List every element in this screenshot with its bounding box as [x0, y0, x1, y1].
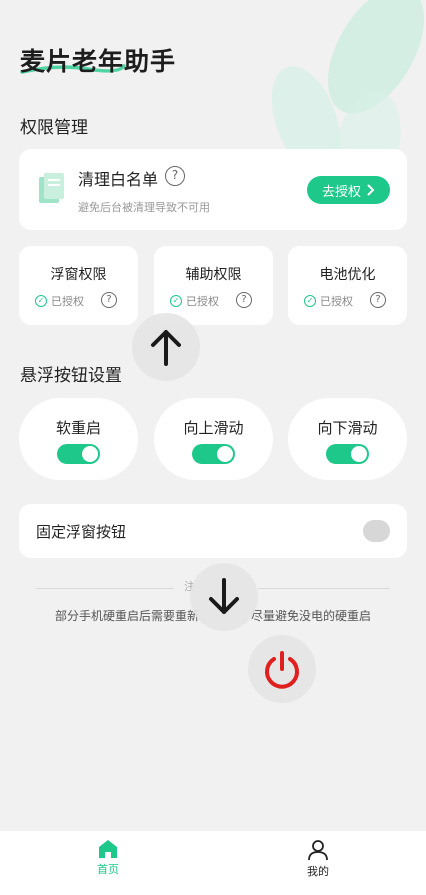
- permission-help-icon[interactable]: ?: [370, 292, 386, 308]
- user-icon: [308, 840, 328, 861]
- fixed-float-toggle[interactable]: [363, 520, 390, 542]
- section-title-permissions: 权限管理: [20, 118, 88, 138]
- check-circle-icon: ✓: [35, 295, 47, 307]
- document-stack-icon: [39, 173, 64, 203]
- permission-card-float[interactable]: 浮窗权限 ✓ 已授权 ?: [19, 246, 138, 325]
- permission-status: ✓ 已授权: [170, 293, 219, 309]
- note-text-left: 部分手机硬重启后需要重新: [54, 609, 199, 623]
- permission-card-battery[interactable]: 电池优化 ✓ 已授权 ?: [288, 246, 407, 325]
- swipe-down-toggle[interactable]: [326, 444, 369, 464]
- arrow-down-icon: [209, 578, 239, 614]
- float-power-button[interactable]: [248, 635, 316, 703]
- tab-mine[interactable]: 我的: [288, 839, 348, 879]
- permission-name: 辅助权限: [185, 267, 242, 283]
- fixed-float-label: 固定浮窗按钮: [36, 523, 127, 541]
- permission-status-text: 已授权: [320, 295, 353, 308]
- swipe-down-label: 向下滑动: [317, 419, 378, 437]
- divider-left: [36, 588, 174, 589]
- authorize-button-label: 去授权: [321, 184, 361, 200]
- permission-help-icon[interactable]: ?: [101, 292, 117, 308]
- float-swipe-down-button[interactable]: [190, 563, 258, 631]
- swipe-up-toggle[interactable]: [192, 444, 235, 464]
- power-icon: [265, 651, 299, 689]
- soft-restart-toggle[interactable]: [57, 444, 100, 464]
- permission-status-text: 已授权: [51, 295, 84, 308]
- note-text-right: 尽量避免没电的硬重启: [251, 609, 372, 623]
- whitelist-help-icon[interactable]: ?: [165, 166, 185, 186]
- permission-status-text: 已授权: [186, 295, 219, 308]
- authorize-button[interactable]: 去授权: [307, 176, 390, 204]
- permission-status: ✓ 已授权: [35, 293, 84, 309]
- arrow-up-icon: [151, 330, 181, 366]
- check-circle-icon: ✓: [170, 295, 182, 307]
- permission-name: 浮窗权限: [50, 267, 107, 283]
- tab-mine-label: 我的: [307, 865, 329, 878]
- section-title-float-settings: 悬浮按钮设置: [20, 366, 122, 386]
- tab-home-label: 首页: [97, 863, 119, 876]
- home-icon: [99, 840, 117, 858]
- chevron-right-icon: [367, 184, 375, 196]
- divider-right: [258, 588, 390, 589]
- tab-home[interactable]: 首页: [78, 839, 138, 877]
- soft-restart-card: 软重启: [19, 398, 138, 480]
- permission-status: ✓ 已授权: [304, 293, 353, 309]
- swipe-down-card: 向下滑动: [288, 398, 407, 480]
- fixed-float-card: 固定浮窗按钮: [19, 504, 407, 558]
- check-circle-icon: ✓: [304, 295, 316, 307]
- permission-name: 电池优化: [319, 267, 376, 283]
- bottom-nav: 首页 我的: [0, 831, 426, 895]
- float-swipe-up-button[interactable]: [132, 313, 200, 381]
- soft-restart-label: 软重启: [55, 419, 101, 437]
- app-title: 麦片老年助手: [20, 47, 177, 76]
- swipe-up-label: 向上滑动: [183, 419, 244, 437]
- swipe-up-card: 向上滑动: [154, 398, 273, 480]
- permission-help-icon[interactable]: ?: [236, 292, 252, 308]
- whitelist-title: 清理白名单: [78, 170, 159, 189]
- whitelist-description: 避免后台被清理导致不可用: [78, 201, 210, 214]
